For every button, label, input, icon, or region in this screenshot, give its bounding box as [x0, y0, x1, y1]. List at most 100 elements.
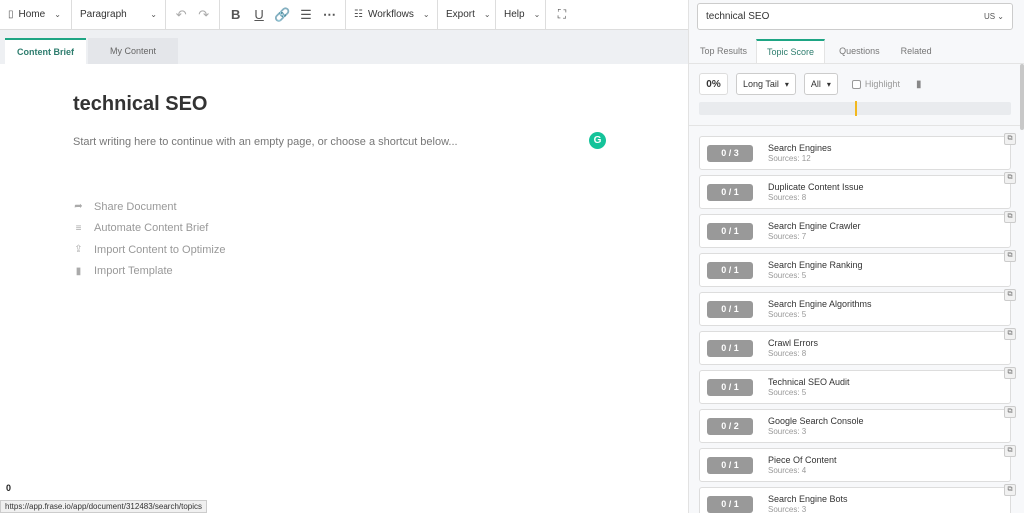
editor-tabs: Content Brief My Content	[0, 30, 688, 64]
history-group: ↶ ↷	[166, 0, 220, 30]
topic-name: Google Search Console	[768, 416, 864, 426]
bullet-list-icon[interactable]: ☰	[294, 3, 317, 27]
score-bar	[699, 101, 1011, 116]
topic-info: Search Engine Crawler Sources: 7	[768, 221, 861, 241]
topic-count-badge: 0 / 1	[707, 261, 753, 279]
shortcut-label: Import Template	[94, 265, 173, 278]
shortcut-label: Share Document	[94, 200, 177, 213]
redo-icon[interactable]: ↷	[193, 3, 216, 27]
highlight-toggle[interactable]: Highlight	[851, 79, 900, 89]
highlight-checkbox[interactable]	[851, 79, 861, 89]
grammarly-icon[interactable]: G	[589, 132, 606, 149]
filter-select[interactable]: Long Tail ▾	[736, 73, 796, 95]
document-icon: ▮	[75, 265, 82, 277]
topic-name: Piece Of Content	[768, 455, 837, 465]
topic-count-badge: 0 / 1	[707, 300, 753, 318]
topic-row[interactable]: 0 / 3 Search Engines Sources: 12 ⧉	[699, 133, 1016, 170]
topic-row[interactable]: 0 / 1 Piece Of Content Sources: 4 ⧉	[699, 445, 1016, 482]
topic-row[interactable]: 0 / 1 Search Engine Algorithms Sources: 5 ⧉	[699, 289, 1016, 326]
tab-related[interactable]: Related	[894, 39, 939, 63]
shortcut-share-document[interactable]: ➦ Share Document	[73, 196, 225, 218]
more-icon[interactable]: ⋯	[318, 3, 341, 27]
topic-count-badge: 0 / 1	[707, 339, 753, 357]
tab-my-content[interactable]: My Content	[88, 38, 179, 64]
document-icon[interactable]: ▮	[916, 79, 922, 90]
topic-row[interactable]: 0 / 1 Search Engine Crawler Sources: 7 ⧉	[699, 211, 1016, 248]
shortcut-import-content[interactable]: ⇪ Import Content to Optimize	[73, 239, 225, 261]
topic-name: Crawl Errors	[768, 338, 819, 348]
paragraph-label: Paragraph	[80, 9, 127, 20]
underline-icon[interactable]: U	[247, 3, 270, 27]
tab-content-brief[interactable]: Content Brief	[5, 38, 86, 64]
word-counter: 0	[6, 483, 12, 493]
status-url: https://app.frase.io/app/document/312483…	[0, 500, 208, 513]
topic-sources: Sources: 4	[768, 466, 807, 475]
copy-icon[interactable]: ⧉	[1004, 289, 1016, 301]
tab-top-results[interactable]: Top Results	[693, 39, 754, 63]
home-dropdown[interactable]: ▯ Home ⌄	[0, 0, 72, 30]
copy-icon[interactable]: ⧉	[1004, 133, 1016, 145]
export-dropdown[interactable]: Export ⌄	[438, 0, 496, 30]
paragraph-dropdown[interactable]: Paragraph ⌄	[72, 0, 166, 30]
topic-row[interactable]: 0 / 2 Google Search Console Sources: 3 ⧉	[699, 406, 1016, 443]
sliders-icon: ☷	[354, 9, 363, 20]
shortcut-label: Import Content to Optimize	[94, 243, 226, 256]
chevron-down-icon: ⌄	[54, 10, 61, 19]
copy-icon[interactable]: ⧉	[1004, 484, 1016, 496]
upload-icon: ⇪	[74, 244, 83, 256]
divider	[689, 125, 1024, 126]
tab-questions[interactable]: Questions	[827, 39, 892, 63]
research-panel: technical SEO US ⌄ Top Results Topic Sco…	[689, 0, 1024, 513]
link-icon[interactable]: 🔗	[271, 3, 294, 27]
copy-icon[interactable]: ⧉	[1004, 250, 1016, 262]
help-dropdown[interactable]: Help ⌄	[496, 0, 546, 30]
topic-row[interactable]: 0 / 1 Duplicate Content Issue Sources: 8 ⧉	[699, 172, 1016, 209]
list-icon: ≡	[75, 222, 82, 234]
copy-icon[interactable]: ⧉	[1004, 211, 1016, 223]
topic-count-badge: 0 / 2	[707, 417, 753, 435]
undo-icon[interactable]: ↶	[170, 3, 193, 27]
format-group: B U 🔗 ☰ ⋯	[220, 0, 346, 30]
topic-sources: Sources: 8	[768, 193, 807, 202]
country-label: US	[983, 12, 996, 21]
copy-icon[interactable]: ⧉	[1004, 367, 1016, 379]
topic-info: Search Engine Ranking Sources: 5	[768, 260, 863, 280]
topic-row[interactable]: 0 / 1 Search Engine Ranking Sources: 5 ⧉	[699, 250, 1016, 287]
export-label: Export	[446, 9, 475, 20]
search-input[interactable]: technical SEO US ⌄	[697, 3, 1013, 30]
scope-select[interactable]: All ▾	[803, 73, 838, 95]
topic-info: Search Engine Bots Sources: 3	[768, 494, 848, 513]
help-label: Help	[504, 9, 525, 20]
topic-info: Crawl Errors Sources: 8	[768, 338, 818, 358]
bold-icon[interactable]: B	[224, 3, 247, 27]
copy-icon[interactable]: ⧉	[1004, 328, 1016, 340]
shortcut-automate-content-brief[interactable]: ≡ Automate Content Brief	[73, 218, 225, 240]
fullscreen-icon[interactable]: ⛶	[550, 3, 574, 27]
workflows-dropdown[interactable]: ☷ Workflows ⌄	[346, 0, 438, 30]
home-label: Home	[18, 9, 46, 20]
topic-sources: Sources: 5	[768, 310, 807, 319]
workflows-label: Workflows	[367, 9, 414, 20]
topic-info: Technical SEO Audit Sources: 5	[768, 377, 850, 397]
shortcut-label: Automate Content Brief	[94, 222, 209, 235]
topic-row[interactable]: 0 / 1 Technical SEO Audit Sources: 5 ⧉	[699, 367, 1016, 404]
topic-count-badge: 0 / 1	[707, 456, 753, 474]
editor-placeholder[interactable]: Start writing here to continue with an e…	[73, 136, 458, 148]
shortcut-import-template[interactable]: ▮ Import Template	[73, 261, 225, 283]
topic-row[interactable]: 0 / 1 Search Engine Bots Sources: 3 ⧉	[699, 484, 1016, 513]
document-title[interactable]: technical SEO	[73, 93, 208, 116]
panel-scrollbar[interactable]	[1020, 64, 1024, 130]
share-icon: ➦	[74, 201, 83, 213]
copy-icon[interactable]: ⧉	[1004, 172, 1016, 184]
tab-topic-score[interactable]: Topic Score	[756, 39, 826, 63]
editor-area[interactable]: technical SEO Start writing here to cont…	[0, 64, 688, 513]
score-marker	[855, 101, 857, 116]
topic-row[interactable]: 0 / 1 Crawl Errors Sources: 8 ⧉	[699, 328, 1016, 365]
chevron-down-icon: ⌄	[422, 10, 430, 19]
copy-icon[interactable]: ⧉	[1004, 406, 1016, 418]
topic-count-badge: 0 / 1	[707, 495, 753, 513]
topic-name: Search Engine Ranking	[768, 260, 863, 270]
country-select[interactable]: US ⌄	[984, 12, 1004, 21]
editor-toolbar: ▯ Home ⌄ Paragraph ⌄ ↶ ↷ B U 🔗 ☰ ⋯ ☷ Wor…	[0, 0, 688, 30]
copy-icon[interactable]: ⧉	[1004, 445, 1016, 457]
